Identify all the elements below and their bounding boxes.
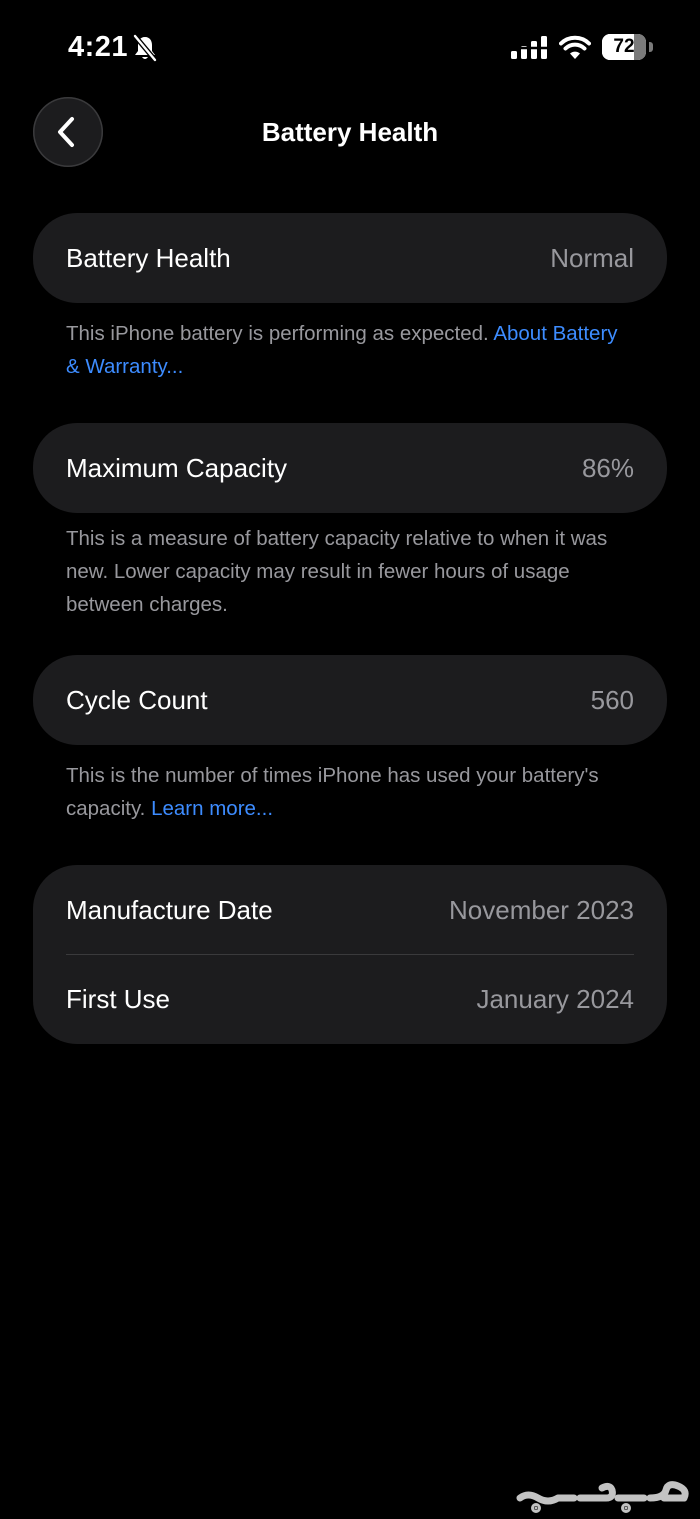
maximum-capacity-footnote: This is a measure of battery capacity re… xyxy=(66,527,608,616)
battery-health-value: Normal xyxy=(550,242,634,273)
cycle-count-value: 560 xyxy=(590,684,634,715)
first-use-value: January 2024 xyxy=(476,983,634,1014)
haraj-logo xyxy=(516,1481,689,1513)
battery-health-label: Battery Health xyxy=(66,242,231,273)
battery-health-row: Battery Health Normal xyxy=(66,213,634,303)
cycle-count-footnote: This is the number of times iPhone has u… xyxy=(66,759,636,825)
status-time: 4:21 xyxy=(68,31,129,63)
wifi-icon xyxy=(559,35,591,59)
cycle-count-note: This is the number of times iPhone has u… xyxy=(66,764,599,820)
manufacture-date-row: Manufacture Date November 2023 xyxy=(66,865,634,955)
maximum-capacity-value: 86% xyxy=(581,452,634,483)
cycle-count-label: Cycle Count xyxy=(66,684,208,715)
maximum-capacity-row: Maximum Capacity 86% xyxy=(66,423,634,513)
battery-icon: 72 xyxy=(602,34,646,60)
maximum-capacity-label: Maximum Capacity xyxy=(66,452,288,483)
dates-card: Manufacture Date November 2023 First Use… xyxy=(33,865,667,1044)
first-use-label: First Use xyxy=(66,983,170,1014)
battery-health-note: This iPhone battery is performing as exp… xyxy=(66,322,489,345)
cycle-count-card: Cycle Count 560 xyxy=(33,655,667,745)
cellular-signal-icon xyxy=(510,36,548,59)
learn-more-link[interactable]: Learn more... xyxy=(151,797,273,820)
page-title: Battery Health xyxy=(261,117,439,147)
cycle-count-row: Cycle Count 560 xyxy=(66,655,634,745)
bell-slash-icon xyxy=(133,34,157,62)
first-use-row: First Use January 2024 xyxy=(66,954,634,1044)
battery-level: 72 xyxy=(613,36,635,57)
maximum-capacity-card: Maximum Capacity 86% xyxy=(33,423,667,513)
manufacture-date-label: Manufacture Date xyxy=(66,894,273,925)
manufacture-date-value: November 2023 xyxy=(449,894,634,925)
battery-health-card: Battery Health Normal xyxy=(33,213,667,303)
battery-nub xyxy=(649,42,653,52)
battery-health-footnote: This iPhone battery is performing as exp… xyxy=(66,317,636,383)
